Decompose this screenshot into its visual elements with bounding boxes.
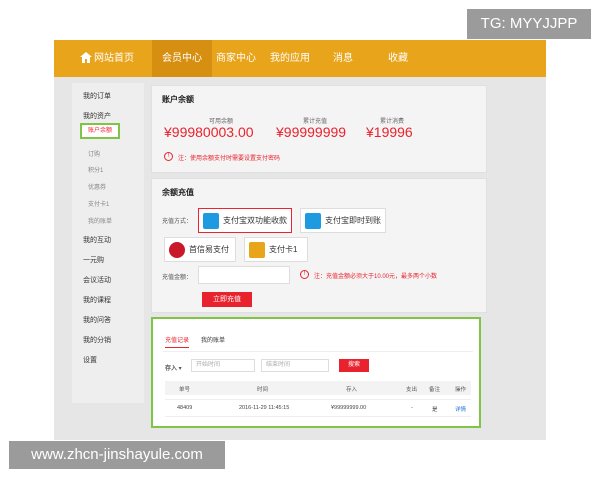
- pay-alipay-dual[interactable]: 支付宝双功能收款: [198, 208, 292, 233]
- nav-favorites[interactable]: 收藏: [388, 40, 408, 77]
- col-id: 单号: [179, 387, 191, 393]
- recharge-value: ¥99999999: [276, 124, 347, 140]
- amount-note: 注：充值金额必须大于10.00元，最多两个小数: [314, 274, 438, 280]
- tab-divider: [163, 351, 473, 352]
- pay-alipay-dual-label: 支付宝双功能收款: [223, 216, 287, 225]
- cell-in: ¥99999999.00: [331, 405, 367, 411]
- sidebar-item-one-yuan[interactable]: 一元购: [83, 255, 104, 265]
- watermark-tg: TG: MYYJJPP: [467, 9, 591, 39]
- sidebar-item-settings[interactable]: 设置: [83, 355, 97, 365]
- col-remark: 备注: [429, 387, 441, 393]
- sidebar-item-bills[interactable]: 我的账单: [88, 216, 112, 225]
- nav-apps[interactable]: 我的应用: [270, 40, 310, 77]
- sidebar-item-order[interactable]: 订购: [88, 149, 100, 158]
- cell-id: 48409: [177, 405, 193, 411]
- sidebar-item-interaction[interactable]: 我的互动: [83, 235, 111, 245]
- filter-type-value: 存入: [165, 366, 178, 372]
- search-button[interactable]: 搜索: [339, 359, 369, 372]
- sidebar-item-events[interactable]: 会议活动: [83, 275, 111, 285]
- table-row: [165, 399, 471, 417]
- col-in: 存入: [346, 387, 358, 393]
- pay-shouxin[interactable]: 首信易支付: [164, 237, 236, 262]
- table-header: [165, 381, 471, 395]
- nav-apps-label: 我的应用: [270, 53, 310, 64]
- top-nav: 网站首页 会员中心 商家中心 我的应用 消息 收藏: [54, 40, 546, 77]
- sidebar-item-balance[interactable]: 账户余额: [80, 123, 120, 139]
- pay-alipay-instant[interactable]: 支付宝即时到账: [300, 208, 386, 233]
- filter-type-select[interactable]: 存入 ▾: [165, 363, 182, 372]
- balance-panel: 账户余额 可用余额 ¥99980003.00 累计充值 ¥99999999 累计…: [151, 85, 487, 173]
- sidebar-item-points[interactable]: 积分1: [88, 165, 103, 174]
- cell-detail-link[interactable]: 详情: [455, 405, 466, 413]
- warning-icon: !: [164, 152, 173, 161]
- nav-member-center[interactable]: 会员中心: [152, 40, 212, 77]
- alipay-icon: [305, 213, 321, 229]
- pay-card[interactable]: 支付卡1: [244, 237, 308, 262]
- cell-out: -: [411, 405, 413, 411]
- sidebar: 我的订单 我的资产 账户余额 订购 积分1 优惠券 支付卡1 我的账单 我的互动…: [72, 83, 144, 403]
- pay-shouxin-label: 首信易支付: [189, 245, 229, 254]
- balance-note: 注：使用余额支付时需要设置支付密码: [178, 156, 281, 162]
- nav-merchant[interactable]: 商家中心: [216, 40, 256, 77]
- watermark-url: www.zhcn-jinshayule.com: [9, 441, 225, 469]
- nav-member-label: 会员中心: [162, 53, 202, 64]
- amount-label: 充值金额：: [162, 275, 193, 281]
- recharge-submit-button[interactable]: 立即充值: [202, 292, 252, 307]
- pay-alipay-instant-label: 支付宝即时到账: [325, 216, 381, 225]
- end-date-input[interactable]: 结束时间: [261, 359, 329, 372]
- sidebar-item-paycard[interactable]: 支付卡1: [88, 199, 109, 208]
- sidebar-item-coupons[interactable]: 优惠券: [88, 182, 106, 191]
- col-time: 时间: [257, 387, 269, 393]
- nav-home-label: 网站首页: [94, 53, 134, 64]
- nav-messages-label: 消息: [333, 53, 353, 64]
- recharge-title: 余额充值: [162, 188, 194, 197]
- tab-recharge-records[interactable]: 充值记录: [165, 335, 190, 348]
- home-icon: [80, 52, 92, 63]
- sidebar-item-distribution[interactable]: 我的分销: [83, 335, 111, 345]
- screenshot-frame: 网站首页 会员中心 商家中心 我的应用 消息 收藏 我的订单 我的资产 账户余额…: [54, 40, 546, 440]
- sidebar-item-orders[interactable]: 我的订单: [83, 91, 111, 101]
- alipay-icon: [203, 213, 219, 229]
- sidebar-item-courses[interactable]: 我的课程: [83, 295, 111, 305]
- start-date-input[interactable]: 开始时间: [191, 359, 255, 372]
- records-panel: 充值记录 我的账单 存入 ▾ 开始时间 结束时间 搜索 单号 时间 存入 支出 …: [151, 317, 481, 428]
- tab-my-bills[interactable]: 我的账单: [201, 335, 225, 344]
- spent-value: ¥19996: [366, 124, 413, 140]
- method-label: 充值方式：: [162, 219, 193, 225]
- warning-icon: !: [300, 270, 309, 279]
- col-action: 操作: [455, 387, 467, 393]
- recharge-panel: 余额充值 充值方式： 支付宝双功能收款 支付宝即时到账 首信易支付 支付卡1 充…: [151, 178, 487, 313]
- card-icon: [249, 242, 265, 258]
- nav-merchant-label: 商家中心: [216, 53, 256, 64]
- shouxin-icon: [169, 242, 185, 258]
- available-value: ¥99980003.00: [164, 124, 254, 140]
- nav-favorites-label: 收藏: [388, 53, 408, 64]
- sidebar-item-assets[interactable]: 我的资产: [83, 111, 111, 121]
- nav-messages[interactable]: 消息: [333, 40, 353, 77]
- pay-card-label: 支付卡1: [269, 245, 298, 254]
- cell-time: 2016-11-29 11:45:15: [239, 405, 290, 411]
- balance-title: 账户余额: [162, 95, 194, 104]
- cell-remark: 是: [432, 407, 438, 413]
- amount-input[interactable]: [198, 266, 290, 284]
- sidebar-item-qa[interactable]: 我的问答: [83, 315, 111, 325]
- nav-home[interactable]: 网站首页: [80, 40, 134, 77]
- col-out: 支出: [406, 387, 418, 393]
